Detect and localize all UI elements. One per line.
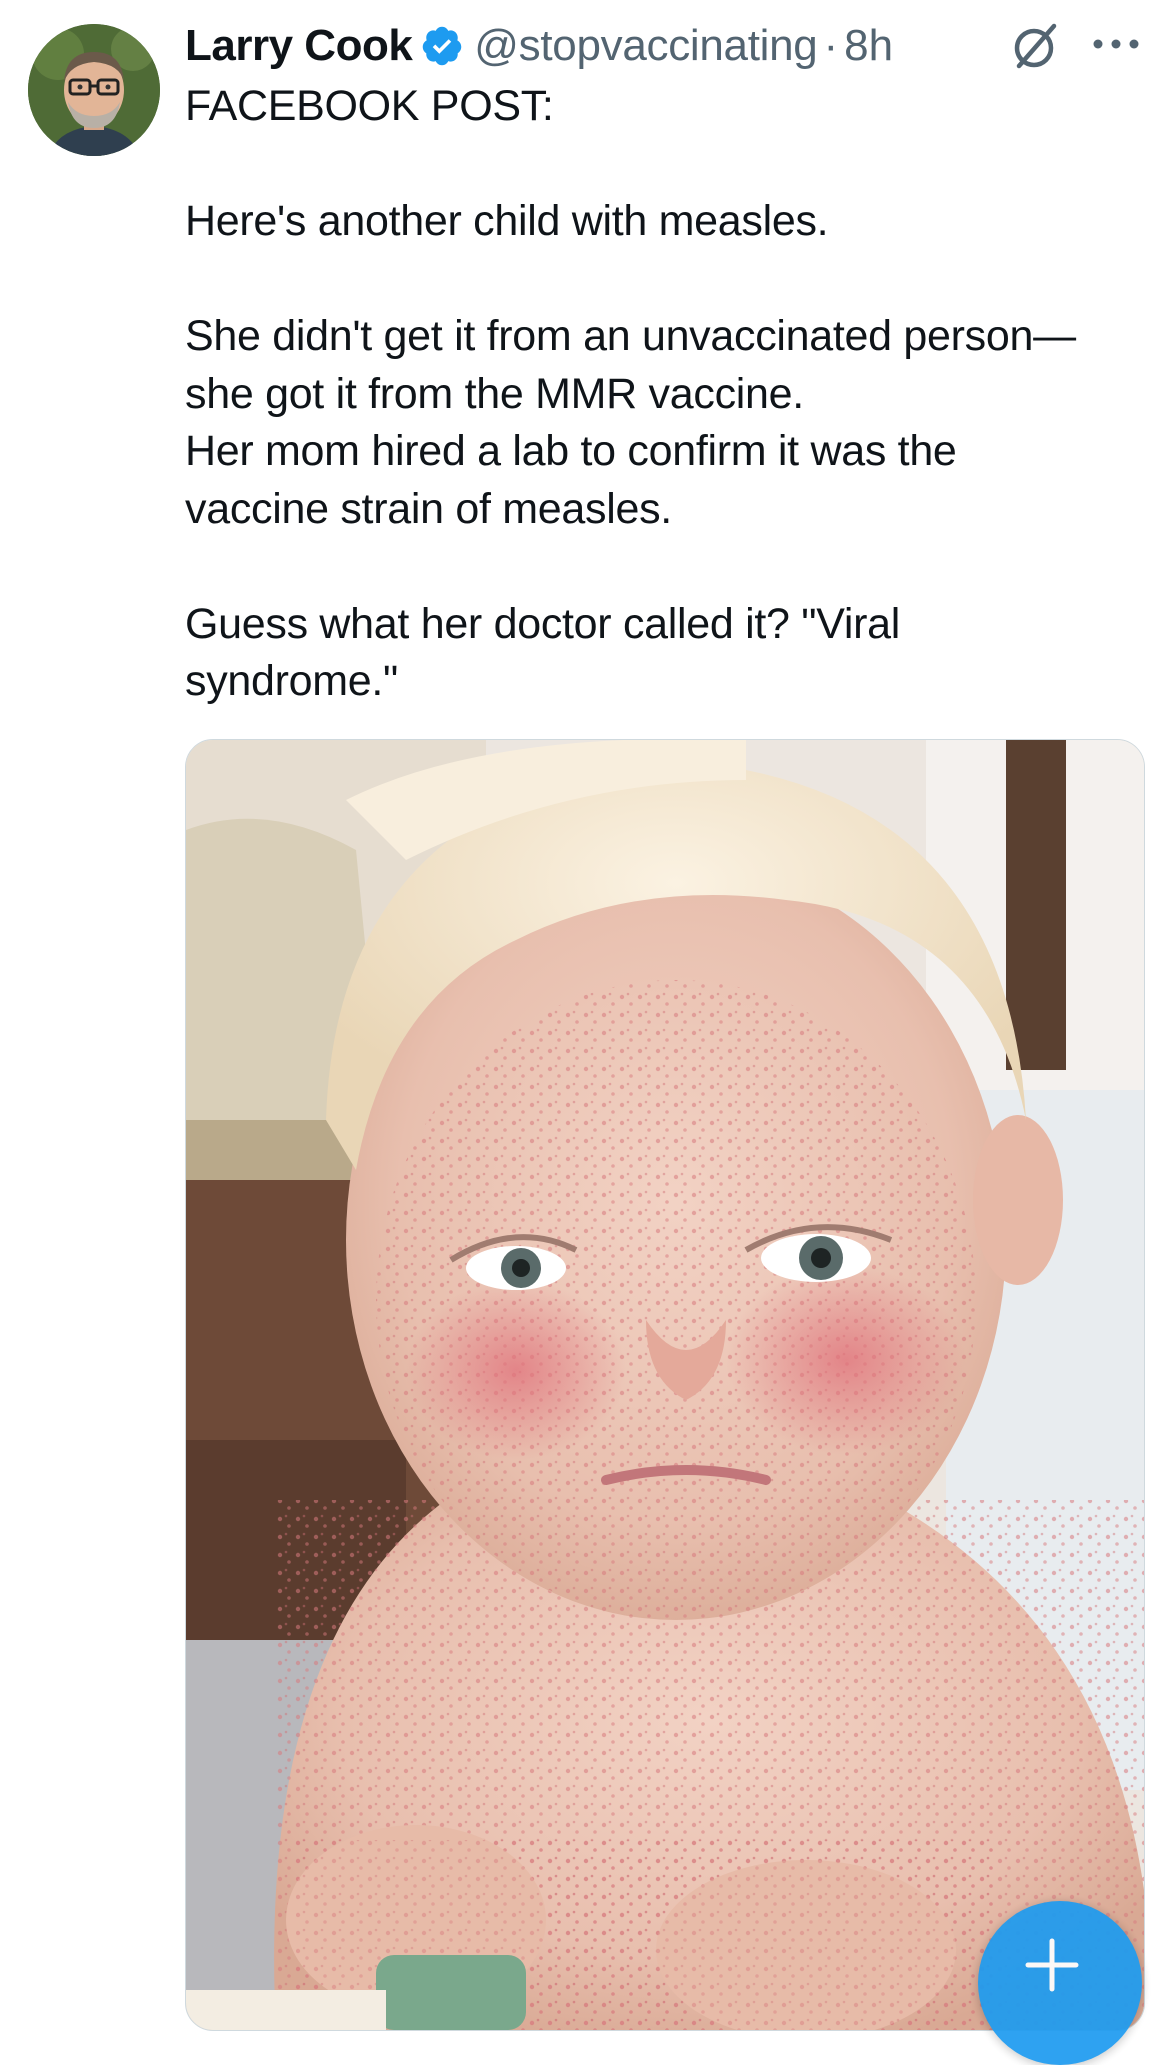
post-text-blank-line (185, 251, 1145, 309)
post-text-line: FACEBOOK POST: (185, 82, 554, 130)
post-media-photo[interactable] (185, 739, 1145, 2031)
photo-child-with-rash-icon (186, 740, 1144, 2030)
author-avatar[interactable] (28, 24, 160, 156)
author-display-name[interactable]: Larry Cook (185, 16, 413, 76)
post-header: Larry Cook @stopvaccinating · 8h (185, 16, 893, 76)
post-text: FACEBOOK POST: Here's another child with… (185, 78, 1145, 711)
post-text-line: she got it from the MMR vaccine. (185, 369, 804, 418)
post-timestamp[interactable]: 8h (844, 16, 893, 76)
post-text-line: vaccine strain of measles. (185, 484, 672, 533)
more-options-icon[interactable] (1088, 32, 1144, 56)
post-text-blank-line (185, 538, 1145, 596)
plus-icon (1025, 1938, 1079, 1992)
compose-post-button[interactable] (978, 1901, 1142, 2065)
separator-dot: · (823, 21, 839, 70)
post-text-line: syndrome." (185, 657, 399, 705)
post-text-line: Here's another child with measles. (185, 197, 829, 245)
author-handle[interactable]: @stopvaccinating (474, 16, 817, 76)
post-text-line: Guess what her doctor called it? "Viral (185, 599, 901, 648)
post-text-line: Her mom hired a lab to confirm it was th… (185, 427, 957, 475)
avatar-photo-icon (28, 24, 160, 156)
post-text-line: She didn't get it from an unvaccinated p… (185, 312, 1076, 360)
grok-icon[interactable] (1010, 20, 1062, 72)
post-text-blank-line (185, 136, 1145, 194)
verified-badge-icon (420, 24, 464, 68)
